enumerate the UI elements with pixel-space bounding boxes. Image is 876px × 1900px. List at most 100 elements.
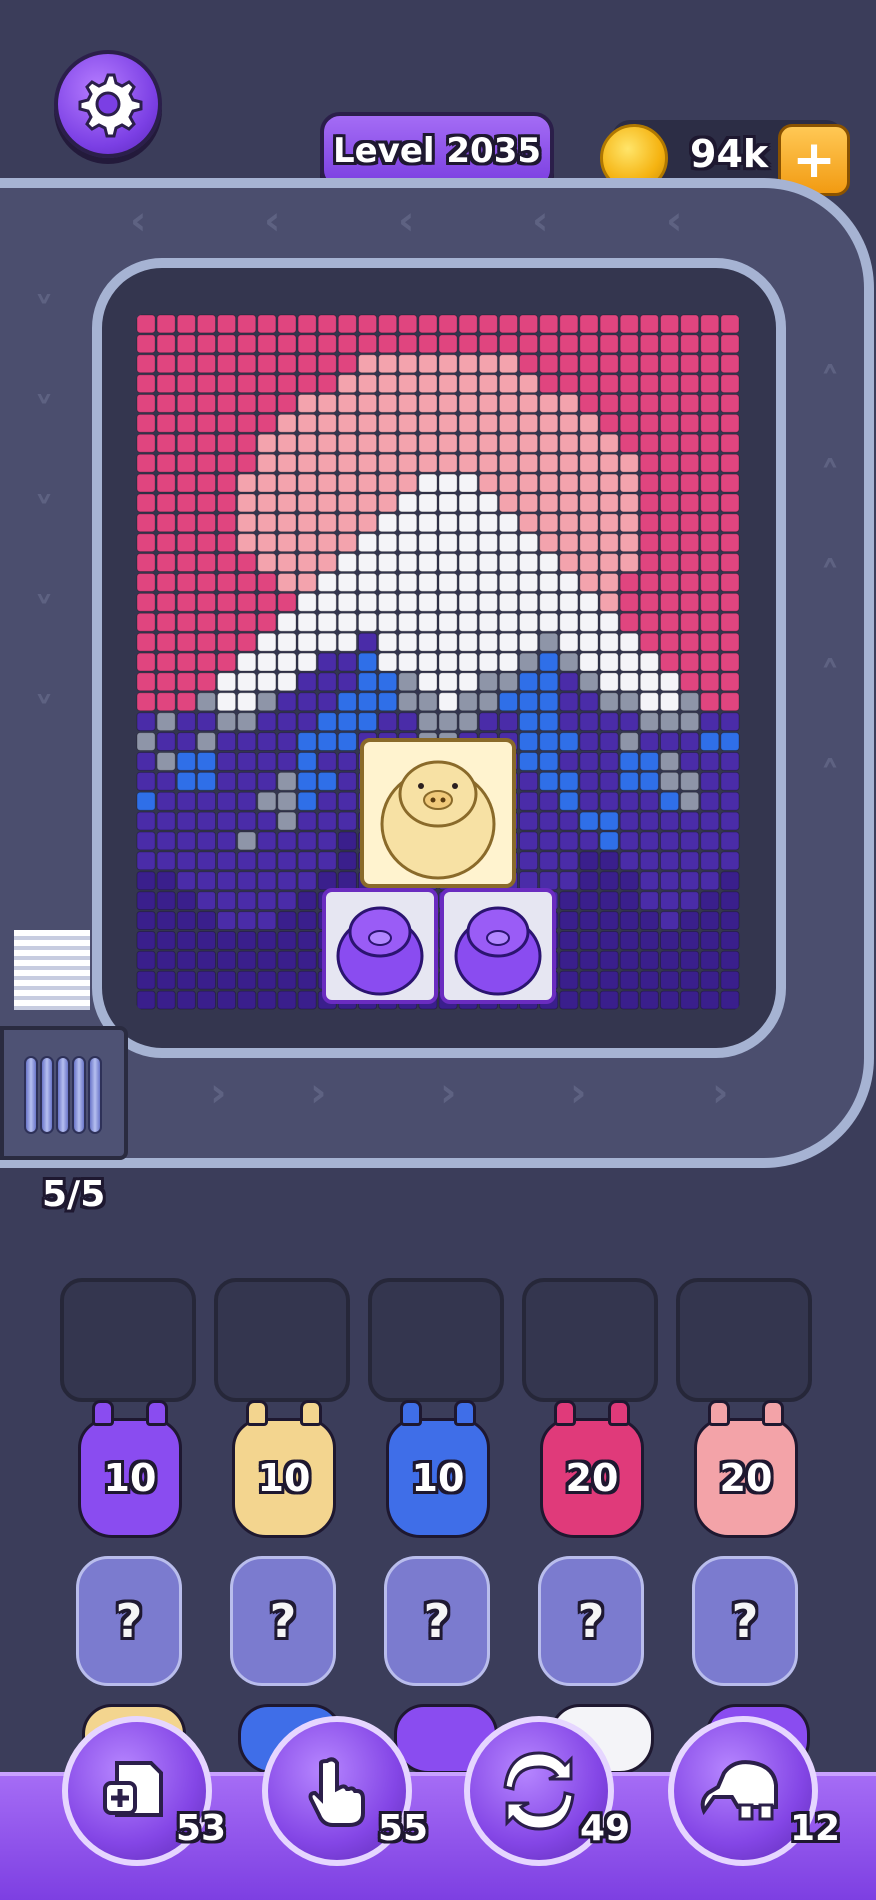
pixel-block <box>438 473 458 493</box>
pixel-block <box>639 374 659 394</box>
pixel-block <box>559 433 579 453</box>
pixel-block <box>680 752 700 771</box>
queue-slot-3[interactable] <box>368 1278 504 1402</box>
pixel-block <box>297 354 317 374</box>
pixel-block <box>237 950 257 970</box>
conveyor-arrow-icon: › <box>570 1070 587 1116</box>
pig-block-right[interactable] <box>440 888 556 1004</box>
queue-slot-4[interactable] <box>522 1278 658 1402</box>
pixel-block <box>700 533 720 553</box>
pixel-block <box>136 672 156 692</box>
pixel-block <box>398 334 418 354</box>
pixel-block <box>257 612 277 632</box>
spool-coil <box>24 1056 38 1134</box>
pixel-block <box>700 791 720 811</box>
pixel-block <box>136 573 156 592</box>
pixel-block <box>277 752 297 771</box>
pixel-block <box>478 692 498 712</box>
pixel-block <box>277 851 297 871</box>
pixel-block <box>196 811 217 831</box>
pixel-block <box>660 354 680 374</box>
pixel-block <box>660 752 680 771</box>
pixel-block <box>720 732 740 752</box>
pixel-block <box>700 493 720 513</box>
pixel-block <box>358 553 378 573</box>
pixel-block <box>237 931 257 950</box>
pixel-block <box>539 851 559 871</box>
pixel-block <box>680 692 700 712</box>
pixel-block <box>720 672 740 692</box>
conveyor-arrow-icon: ‹ <box>666 198 683 244</box>
pixel-block <box>579 473 599 493</box>
shooter-ear <box>300 1400 322 1426</box>
pixel-block <box>237 314 257 334</box>
pixel-block <box>619 752 639 771</box>
pixel-block <box>418 672 438 692</box>
pixel-block <box>398 354 418 374</box>
shooter-1[interactable]: 10 <box>78 1418 182 1538</box>
pixel-block <box>599 732 619 752</box>
pixel-block <box>559 911 579 930</box>
pig-block-large[interactable] <box>360 738 516 888</box>
pixel-block <box>398 394 418 413</box>
pixel-block <box>599 791 619 811</box>
pixel-block <box>680 533 700 553</box>
pixel-block <box>358 533 378 553</box>
pixel-block <box>196 891 217 911</box>
pixel-block <box>680 652 700 672</box>
pixel-block <box>519 612 539 632</box>
pixel-block <box>196 592 217 612</box>
pixel-block <box>539 553 559 573</box>
question-mark: ? <box>269 1594 297 1648</box>
pixel-block <box>539 712 559 732</box>
booster-shuffle-count: 49 <box>580 1808 631 1849</box>
pixel-block <box>317 314 337 334</box>
pixel-block <box>418 314 438 334</box>
conveyor-arrow-icon: ˅ <box>34 290 54 336</box>
shooter-4[interactable]: 20 <box>540 1418 644 1538</box>
pixel-block <box>217 871 237 891</box>
pixel-block <box>599 314 619 334</box>
pixel-block <box>639 811 659 831</box>
pixel-block <box>680 334 700 354</box>
pig-block-left[interactable] <box>322 888 438 1004</box>
pixel-block <box>217 970 237 990</box>
pixel-block <box>136 592 156 612</box>
shooter-ear <box>246 1400 268 1426</box>
pixel-block <box>498 394 518 413</box>
pixel-block <box>398 553 418 573</box>
pixel-block <box>458 473 478 493</box>
shooter-ear <box>608 1400 630 1426</box>
pixel-block <box>196 692 217 712</box>
pixel-block <box>619 573 639 592</box>
pixel-block <box>559 692 579 712</box>
pixel-block <box>277 592 297 612</box>
queue-slot-5[interactable] <box>676 1278 812 1402</box>
pixel-block <box>619 473 639 493</box>
pixel-block <box>297 931 317 950</box>
shooter-5[interactable]: 20 <box>694 1418 798 1538</box>
settings-button[interactable] <box>54 50 162 158</box>
queue-slot-1[interactable] <box>60 1278 196 1402</box>
pixel-block <box>358 712 378 732</box>
pixel-block <box>378 632 398 652</box>
pixel-block <box>559 374 579 394</box>
pixel-block <box>559 334 579 354</box>
shooter-2[interactable]: 10 <box>232 1418 336 1538</box>
pixel-block <box>136 533 156 553</box>
pixel-block <box>217 413 237 433</box>
pixel-block <box>196 771 217 791</box>
pixel-block <box>257 413 277 433</box>
shooter-3[interactable]: 10 <box>386 1418 490 1538</box>
pixel-block <box>579 871 599 891</box>
pixel-block <box>519 413 539 433</box>
pixel-block <box>680 931 700 950</box>
shooter-ear <box>146 1400 168 1426</box>
pixel-block <box>418 354 438 374</box>
pixel-block <box>559 453 579 473</box>
pixel-block <box>619 453 639 473</box>
pixel-block <box>237 652 257 672</box>
pixel-block <box>418 433 438 453</box>
pixel-block <box>539 692 559 712</box>
queue-slot-2[interactable] <box>214 1278 350 1402</box>
